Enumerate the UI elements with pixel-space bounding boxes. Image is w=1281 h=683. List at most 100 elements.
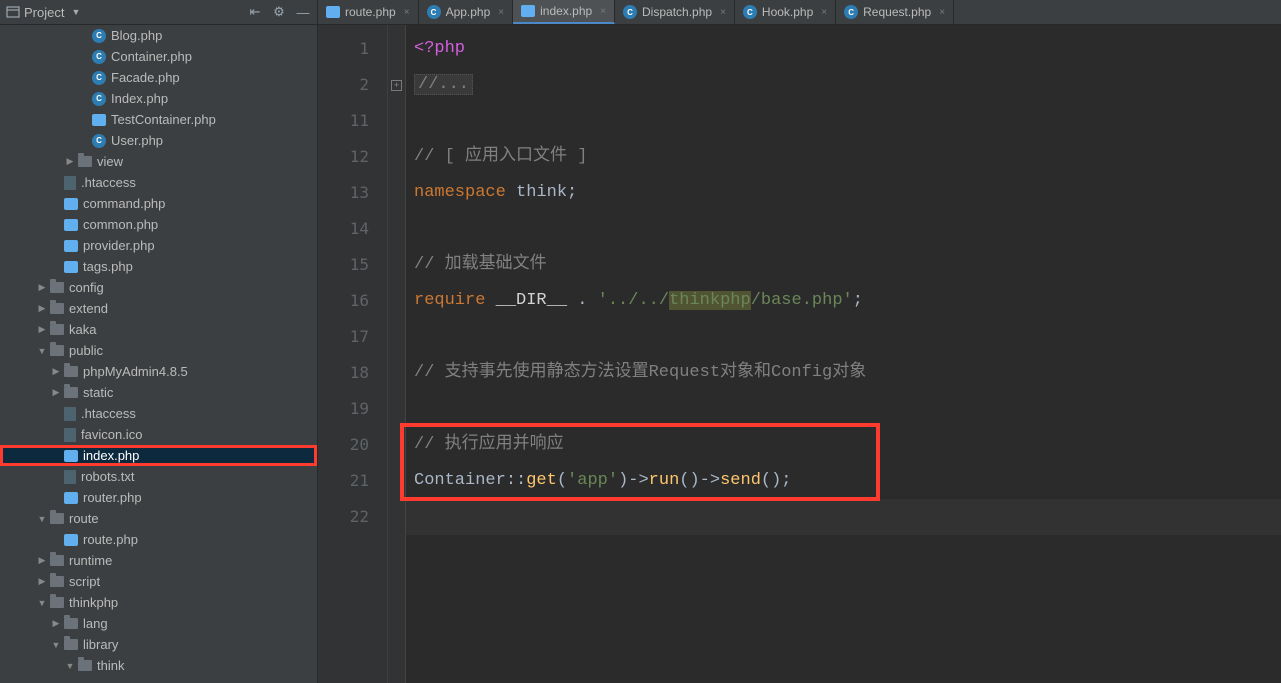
chevron-right-icon[interactable]: ▶: [36, 555, 48, 566]
tree-item--htaccess[interactable]: .htaccess: [0, 172, 317, 193]
gear-icon[interactable]: ⚙: [271, 4, 287, 20]
tree-item-TestContainer-php[interactable]: TestContainer.php: [0, 109, 317, 130]
tree-item-router-php[interactable]: router.php: [0, 487, 317, 508]
tree-item-script[interactable]: ▶script: [0, 571, 317, 592]
chevron-right-icon[interactable]: ▶: [36, 324, 48, 335]
line-number[interactable]: 14: [318, 211, 387, 247]
minimize-icon[interactable]: —: [295, 4, 311, 20]
code-line[interactable]: require __DIR__ . '../../thinkphp/base.p…: [414, 283, 1281, 319]
close-icon[interactable]: ×: [404, 7, 410, 18]
code-line[interactable]: // [ 应用入口文件 ]: [414, 139, 1281, 175]
tree-item-route-php[interactable]: route.php: [0, 529, 317, 550]
tab-App-php[interactable]: CApp.php×: [419, 0, 514, 24]
editor[interactable]: 12111213141516171819202122 + <?php//.../…: [318, 25, 1281, 683]
line-number[interactable]: 11: [318, 103, 387, 139]
close-icon[interactable]: ×: [498, 7, 504, 18]
code-line[interactable]: // 执行应用并响应: [414, 427, 1281, 463]
project-dropdown[interactable]: Project ▼: [6, 5, 80, 20]
chevron-down-icon[interactable]: ▼: [36, 514, 48, 524]
tree-item-label: extend: [69, 301, 108, 316]
tree-item-route[interactable]: ▼ route: [0, 508, 317, 529]
tree-item-label: route: [69, 511, 99, 526]
close-icon[interactable]: ×: [720, 7, 726, 18]
tree-item-lang[interactable]: ▶lang: [0, 613, 317, 634]
project-tree[interactable]: CBlog.phpCContainer.phpCFacade.phpCIndex…: [0, 25, 318, 683]
tree-item-User-php[interactable]: CUser.php: [0, 130, 317, 151]
chevron-down-icon[interactable]: ▼: [36, 598, 48, 608]
line-number[interactable]: 16: [318, 283, 387, 319]
chevron-right-icon[interactable]: ▶: [64, 156, 76, 167]
tree-item-favicon-ico[interactable]: favicon.ico: [0, 424, 317, 445]
line-number[interactable]: 2: [318, 67, 387, 103]
tree-item-kaka[interactable]: ▶kaka: [0, 319, 317, 340]
tree-item-runtime[interactable]: ▶runtime: [0, 550, 317, 571]
tree-item-label: robots.txt: [81, 469, 134, 484]
chevron-right-icon[interactable]: ▶: [36, 576, 48, 587]
tab-Request-php[interactable]: CRequest.php×: [836, 0, 954, 24]
code-line[interactable]: //...: [414, 67, 1281, 103]
chevron-right-icon[interactable]: ▶: [50, 366, 62, 377]
line-number[interactable]: 18: [318, 355, 387, 391]
tree-item-command-php[interactable]: command.php: [0, 193, 317, 214]
project-panel-header: Project ▼ ⇤ ⚙ —: [0, 0, 318, 24]
tree-item-tags-php[interactable]: tags.php: [0, 256, 317, 277]
collapse-icon[interactable]: ⇤: [247, 4, 263, 20]
tree-item-static[interactable]: ▶static: [0, 382, 317, 403]
tree-item-Container-php[interactable]: CContainer.php: [0, 46, 317, 67]
chevron-right-icon[interactable]: ▶: [50, 387, 62, 398]
close-icon[interactable]: ×: [821, 7, 827, 18]
tree-item-think[interactable]: ▼think: [0, 655, 317, 676]
chevron-down-icon[interactable]: ▼: [36, 346, 48, 356]
line-number[interactable]: 1: [318, 31, 387, 67]
tree-item-label: Facade.php: [111, 70, 180, 85]
line-number[interactable]: 15: [318, 247, 387, 283]
tree-item-Index-php[interactable]: CIndex.php: [0, 88, 317, 109]
line-number[interactable]: 22: [318, 499, 387, 535]
code-line[interactable]: [414, 211, 1281, 247]
tree-item-Blog-php[interactable]: CBlog.php: [0, 25, 317, 46]
folder-icon: [50, 303, 64, 314]
code-line[interactable]: [414, 391, 1281, 427]
code-line[interactable]: Container::get('app')->run()->send();: [414, 463, 1281, 499]
tree-item-thinkphp[interactable]: ▼thinkphp: [0, 592, 317, 613]
tree-item-phpMyAdmin4-8-5[interactable]: ▶phpMyAdmin4.8.5: [0, 361, 317, 382]
chevron-right-icon[interactable]: ▶: [50, 618, 62, 629]
tree-item-provider-php[interactable]: provider.php: [0, 235, 317, 256]
fold-expand-icon[interactable]: +: [391, 80, 402, 91]
tab-index-php[interactable]: index.php×: [513, 0, 615, 24]
code-line[interactable]: [414, 319, 1281, 355]
line-number[interactable]: 19: [318, 391, 387, 427]
code-line[interactable]: <?php: [414, 31, 1281, 67]
tree-item-extend[interactable]: ▶ extend: [0, 298, 317, 319]
code-line[interactable]: namespace think;: [414, 175, 1281, 211]
tab-Dispatch-php[interactable]: CDispatch.php×: [615, 0, 735, 24]
line-number[interactable]: 13: [318, 175, 387, 211]
tab-route-php[interactable]: route.php×: [318, 0, 419, 24]
tree-item-view[interactable]: ▶view: [0, 151, 317, 172]
tree-item-index-php[interactable]: index.php: [0, 445, 317, 466]
chevron-down-icon[interactable]: ▼: [50, 640, 62, 650]
tree-item-robots-txt[interactable]: robots.txt: [0, 466, 317, 487]
code-area[interactable]: <?php//... // [ 应用入口文件 ]namespace think; /…: [406, 25, 1281, 683]
chevron-right-icon[interactable]: ▶: [36, 303, 48, 314]
code-line[interactable]: [414, 103, 1281, 139]
tree-item-config[interactable]: ▶config: [0, 277, 317, 298]
line-number[interactable]: 12: [318, 139, 387, 175]
tree-item-common-php[interactable]: common.php: [0, 214, 317, 235]
tree-item-public[interactable]: ▼public: [0, 340, 317, 361]
code-line[interactable]: // 支持事先使用静态方法设置Request对象和Config对象: [414, 355, 1281, 391]
close-icon[interactable]: ×: [600, 6, 606, 17]
tab-Hook-php[interactable]: CHook.php×: [735, 0, 836, 24]
fold-column[interactable]: +: [388, 25, 406, 683]
line-number[interactable]: 20: [318, 427, 387, 463]
code-line[interactable]: [406, 499, 1281, 535]
tree-item--htaccess[interactable]: .htaccess: [0, 403, 317, 424]
close-icon[interactable]: ×: [939, 7, 945, 18]
chevron-down-icon[interactable]: ▼: [64, 661, 76, 671]
tree-item-Facade-php[interactable]: CFacade.php: [0, 67, 317, 88]
chevron-right-icon[interactable]: ▶: [36, 282, 48, 293]
line-number[interactable]: 17: [318, 319, 387, 355]
tree-item-library[interactable]: ▼library: [0, 634, 317, 655]
line-number[interactable]: 21: [318, 463, 387, 499]
code-line[interactable]: // 加载基础文件: [414, 247, 1281, 283]
